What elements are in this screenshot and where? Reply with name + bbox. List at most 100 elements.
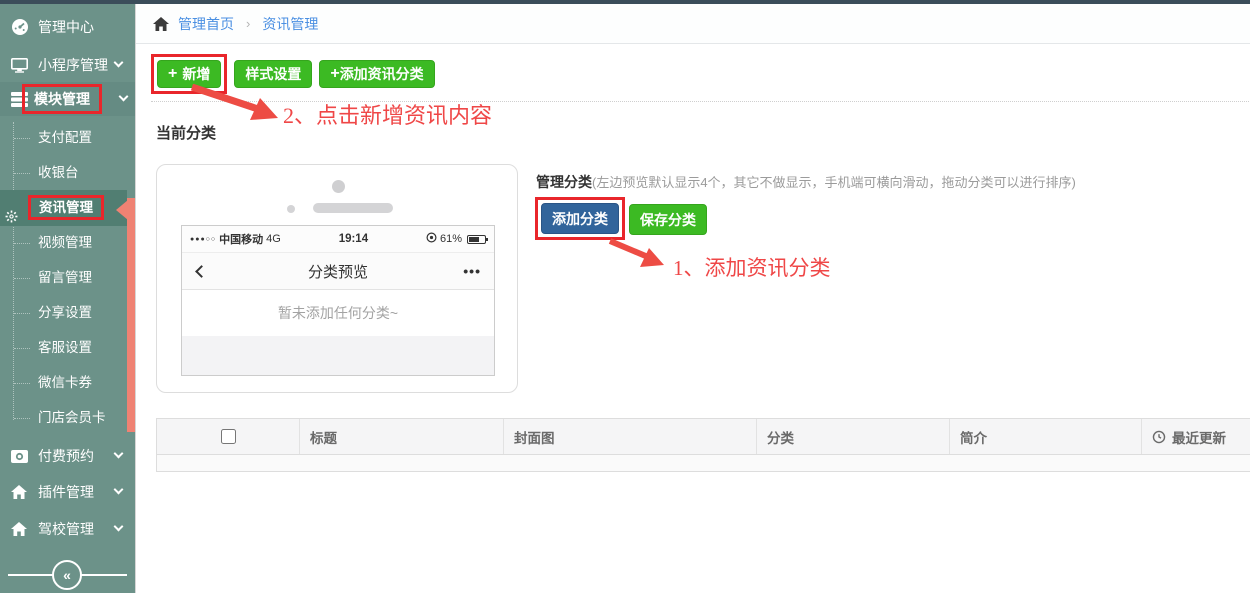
table-header-select xyxy=(157,419,300,454)
sidebar-item-label: 支付配置 xyxy=(38,130,92,145)
sidebar-item-message-management[interactable]: 留言管理 xyxy=(0,260,127,295)
breadcrumb-current-link[interactable]: 资讯管理 xyxy=(262,14,318,34)
highlight-box-add-category: 添加分类 xyxy=(535,197,625,240)
home-icon xyxy=(11,485,27,499)
sidebar-item-label: 留言管理 xyxy=(38,270,92,285)
annotation-arrow-step2 xyxy=(186,84,296,126)
sidebar-item-label: 小程序管理 xyxy=(38,55,108,75)
home-icon xyxy=(153,17,169,31)
column-label: 分类 xyxy=(767,427,794,447)
sidebar-item-share-settings[interactable]: 分享设置 xyxy=(0,295,127,330)
phone-empty-state: 暂未添加任何分类~ xyxy=(182,290,494,336)
breadcrumb-separator: › xyxy=(246,16,250,31)
column-label: 简介 xyxy=(960,427,987,447)
chevron-down-icon xyxy=(114,58,124,68)
table-empty-row xyxy=(156,455,1250,472)
table-header-intro: 简介 xyxy=(950,419,1142,454)
phone-nav-bar: 分类预览 ••• xyxy=(182,253,494,290)
column-label: 最近更新 xyxy=(1172,427,1226,447)
sidebar-item-label: 微信卡券 xyxy=(38,375,92,390)
more-menu-icon[interactable]: ••• xyxy=(450,263,494,279)
collapse-glyph: « xyxy=(63,567,71,583)
main-content: 管理首页 › 资讯管理 +新增 样式设置 +添加资讯分类 2、点击新增资讯内容 … xyxy=(135,4,1250,593)
highlight-box-modules: 模块管理 xyxy=(22,84,102,114)
save-category-label: 保存分类 xyxy=(640,210,696,230)
sidebar-item-label: 插件管理 xyxy=(38,482,94,502)
plus-icon: + xyxy=(168,65,177,83)
manage-category-label: 管理分类 xyxy=(536,174,592,190)
sidebar-item-label: 管理中心 xyxy=(38,17,94,37)
manage-category-note: (左边预览默认显示4个，其它不做显示，手机端可横向滑动，拖动分类可以进行排序) xyxy=(592,175,1076,190)
add-news-category-button[interactable]: +添加资讯分类 xyxy=(319,60,434,88)
sidebar-item-label: 模块管理 xyxy=(34,91,90,107)
phone-screen: ●●●○○ 中国移动 4G 19:14 61% 分类预览 ••• 暂未添加任何分… xyxy=(181,225,495,376)
phone-preview: ●●●○○ 中国移动 4G 19:14 61% 分类预览 ••• 暂未添加任何分… xyxy=(156,164,518,393)
chevron-down-icon xyxy=(119,92,129,102)
back-chevron-icon[interactable] xyxy=(195,265,208,278)
phone-status-bar: ●●●○○ 中国移动 4G 19:14 61% xyxy=(182,226,494,253)
chevron-down-icon xyxy=(114,522,124,532)
sidebar-item-store-membercard[interactable]: 门店会员卡 xyxy=(0,400,127,435)
manage-category-title: 管理分类(左边预览默认显示4个，其它不做显示，手机端可横向滑动，拖动分类可以进行… xyxy=(536,172,1076,192)
sidebar-item-cashier[interactable]: 收银台 xyxy=(0,155,127,190)
sidebar-item-news-management[interactable]: 资讯管理 xyxy=(0,190,127,226)
select-all-checkbox[interactable] xyxy=(221,429,236,444)
chevron-down-icon xyxy=(114,485,124,495)
phone-footer-area xyxy=(182,336,494,375)
sidebar-item-label: 资讯管理 xyxy=(39,200,93,215)
breadcrumb: 管理首页 › 资讯管理 xyxy=(136,4,1250,44)
home-icon xyxy=(11,522,27,536)
sidebar-item-label: 视频管理 xyxy=(38,235,92,250)
coin-icon xyxy=(11,450,28,463)
carrier-label: 中国移动 xyxy=(219,231,263,247)
column-label: 封面图 xyxy=(514,427,555,447)
clock-icon xyxy=(1152,430,1166,444)
chevron-down-icon xyxy=(114,449,124,459)
sidebar-item-wechat-coupons[interactable]: 微信卡券 xyxy=(0,365,127,400)
sidebar-item-plugin-management[interactable]: 插件管理 xyxy=(0,478,135,506)
phone-sensor-dot xyxy=(287,205,295,213)
highlight-box-news: 资讯管理 xyxy=(28,195,104,220)
table-header-title: 标题 xyxy=(300,419,504,454)
battery-percent: 61% xyxy=(440,233,462,245)
active-indicator-arrow xyxy=(116,200,128,220)
breadcrumb-home-link[interactable]: 管理首页 xyxy=(178,14,234,34)
sidebar-item-admin-center[interactable]: 管理中心 xyxy=(0,12,135,42)
current-category-title: 当前分类 xyxy=(156,122,216,143)
gauge-icon xyxy=(11,18,29,36)
sidebar-item-label: 驾校管理 xyxy=(38,519,94,539)
save-category-button[interactable]: 保存分类 xyxy=(629,204,707,235)
plus-icon: + xyxy=(330,65,339,83)
news-table: 标题 封面图 分类 简介 最近更新 xyxy=(156,418,1250,472)
new-button-label: 新增 xyxy=(182,64,210,84)
sidebar-item-label: 门店会员卡 xyxy=(38,410,106,425)
style-settings-label: 样式设置 xyxy=(245,64,301,84)
sidebar-item-service-settings[interactable]: 客服设置 xyxy=(0,330,127,365)
sidebar-item-miniprogram[interactable]: 小程序管理 xyxy=(0,50,135,80)
sidebar-item-paid-booking[interactable]: 付费预约 xyxy=(0,442,135,470)
phone-camera-dot xyxy=(332,180,345,193)
sidebar-item-driving-school[interactable]: 驾校管理 xyxy=(0,515,135,543)
annotation-step1: 1、添加资讯分类 xyxy=(673,252,831,282)
phone-speaker-bar xyxy=(313,203,393,213)
add-category-button[interactable]: 添加分类 xyxy=(541,203,619,234)
sidebar-item-label: 客服设置 xyxy=(38,340,92,355)
table-header-cover: 封面图 xyxy=(504,419,757,454)
sidebar-item-payment-config[interactable]: 支付配置 xyxy=(0,120,127,155)
sidebar-item-label: 付费预约 xyxy=(38,446,94,466)
table-header-row: 标题 封面图 分类 简介 最近更新 xyxy=(156,418,1250,455)
sidebar-item-label: 收银台 xyxy=(38,165,79,180)
active-indicator-stripe xyxy=(127,198,135,432)
table-header-category: 分类 xyxy=(757,419,950,454)
column-label: 标题 xyxy=(310,427,337,447)
sidebar-item-modules[interactable]: 模块管理 xyxy=(0,82,135,116)
status-time: 19:14 xyxy=(284,233,423,245)
sidebar-item-label: 分享设置 xyxy=(38,305,92,320)
phone-page-title: 分类预览 xyxy=(226,261,450,282)
network-label: 4G xyxy=(266,233,281,245)
signal-strength-icon: ●●●○○ xyxy=(190,236,216,243)
sidebar-item-video-management[interactable]: 视频管理 xyxy=(0,225,127,260)
rotation-lock-icon xyxy=(426,232,437,246)
collapse-sidebar-button[interactable]: « xyxy=(52,560,82,590)
add-category-label: 添加分类 xyxy=(552,209,608,229)
